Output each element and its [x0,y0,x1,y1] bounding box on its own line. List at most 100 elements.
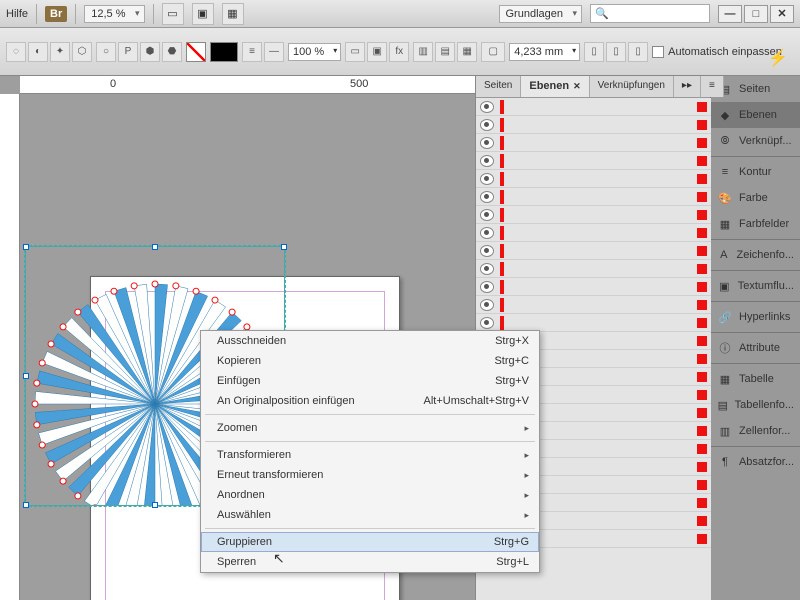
layer-row[interactable] [476,116,711,134]
visibility-icon[interactable] [480,209,494,221]
tool-icon[interactable]: ◌ [6,42,26,62]
align-icon[interactable]: ▯ [628,42,648,62]
visibility-icon[interactable] [480,173,494,185]
help-menu[interactable]: Hilfe [6,8,28,20]
dock-item[interactable]: 🔗Hyperlinks [711,304,800,330]
menu-item[interactable]: Transformieren [201,445,539,465]
dock-item[interactable]: ▤Seiten [711,76,800,102]
workspace-dropdown[interactable]: Grundlagen [499,5,583,23]
tool-icon[interactable]: P [118,42,138,62]
dock-item[interactable]: ¶Absatzfor... [711,449,800,475]
selection-square[interactable] [697,480,707,490]
tab-verknuepfungen[interactable]: Verknüpfungen [590,76,674,97]
selection-square[interactable] [697,390,707,400]
panel-collapse[interactable]: ▸▸ [674,76,701,97]
selection-square[interactable] [697,192,707,202]
selection-square[interactable] [697,372,707,382]
selection-square[interactable] [697,264,707,274]
menu-item[interactable]: SperrenStrg+L [201,552,539,572]
align-icon[interactable]: ▯ [606,42,626,62]
bolt-icon[interactable]: ⚡ [768,48,788,68]
dock-item[interactable]: ▦Farbfelder [711,211,800,237]
tool-icon[interactable]: ▭ [345,42,365,62]
tab-seiten[interactable]: Seiten [476,76,521,97]
fill-swatch[interactable] [186,42,206,62]
layer-row[interactable] [476,98,711,116]
menu-item[interactable]: Auswählen [201,505,539,525]
tool-icon[interactable]: ⬢ [140,42,160,62]
dock-item[interactable]: 🎨Farbe [711,185,800,211]
visibility-icon[interactable] [480,317,494,329]
visibility-icon[interactable] [480,281,494,293]
layer-row[interactable] [476,188,711,206]
menu-item[interactable]: Zoomen [201,418,539,438]
tool-icon[interactable]: ⬡ [72,42,92,62]
selection-square[interactable] [697,408,707,418]
menu-item[interactable]: Erneut transformieren [201,465,539,485]
fit-icon[interactable]: ▥ [413,42,433,62]
search-input[interactable]: 🔍 [590,4,710,23]
selection-square[interactable] [697,282,707,292]
fit-icon[interactable]: ▤ [435,42,455,62]
selection-square[interactable] [697,300,707,310]
selection-square[interactable] [697,354,707,364]
layer-row[interactable] [476,278,711,296]
visibility-icon[interactable] [480,299,494,311]
visibility-icon[interactable] [480,227,494,239]
selection-square[interactable] [697,228,707,238]
layer-row[interactable] [476,206,711,224]
tool-icon[interactable]: ◐ [28,42,48,62]
layer-row[interactable] [476,260,711,278]
menu-item[interactable]: GruppierenStrg+G [201,532,539,552]
menu-item[interactable]: An Originalposition einfügenAlt+Umschalt… [201,391,539,411]
stroke-swatch[interactable] [210,42,238,62]
minimize-button[interactable]: — [718,5,742,23]
close-button[interactable]: ✕ [770,5,794,23]
selection-square[interactable] [697,336,707,346]
tab-ebenen[interactable]: Ebenen✕ [521,76,589,97]
selection-square[interactable] [697,138,707,148]
tool-icon[interactable]: ✦ [50,42,70,62]
menu-item[interactable]: Anordnen [201,485,539,505]
selection-square[interactable] [697,120,707,130]
tool-icon[interactable]: ▣ [367,42,387,62]
tool-icon[interactable]: — [264,42,284,62]
dock-item[interactable]: ▥Zellenfor... [711,418,800,444]
dock-item[interactable]: ▣Textumflu... [711,273,800,299]
visibility-icon[interactable] [480,119,494,131]
visibility-icon[interactable] [480,101,494,113]
selection-square[interactable] [697,462,707,472]
visibility-icon[interactable] [480,155,494,167]
selection-square[interactable] [697,102,707,112]
align-icon[interactable]: ▯ [584,42,604,62]
selection-square[interactable] [697,246,707,256]
zoom-dropdown[interactable]: 12,5 % [84,5,144,23]
layer-row[interactable] [476,224,711,242]
selection-square[interactable] [697,516,707,526]
visibility-icon[interactable] [480,191,494,203]
visibility-icon[interactable] [480,137,494,149]
view-icon-3[interactable]: ▦ [222,3,244,25]
selection-square[interactable] [697,210,707,220]
selection-square[interactable] [697,426,707,436]
view-icon-2[interactable]: ▣ [192,3,214,25]
selection-square[interactable] [697,534,707,544]
selection-square[interactable] [697,156,707,166]
dock-item[interactable]: ⓘAttribute [711,335,800,361]
fx-icon[interactable]: fx [389,42,409,62]
tool-icon[interactable]: ≡ [242,42,262,62]
bridge-badge[interactable]: Br [45,6,67,22]
selection-square[interactable] [697,318,707,328]
visibility-icon[interactable] [480,245,494,257]
opacity-input[interactable]: 100 % [288,43,341,61]
dock-item[interactable]: ⦾Verknüpf... [711,128,800,154]
autofit-checkbox[interactable]: Automatisch einpassen [652,46,782,58]
selection-square[interactable] [697,444,707,454]
menu-item[interactable]: EinfügenStrg+V [201,371,539,391]
layer-row[interactable] [476,242,711,260]
menu-item[interactable]: KopierenStrg+C [201,351,539,371]
menu-item[interactable]: AusschneidenStrg+X [201,331,539,351]
layer-row[interactable] [476,152,711,170]
frame-icon[interactable]: ▢ [481,42,505,62]
maximize-button[interactable]: □ [744,5,768,23]
